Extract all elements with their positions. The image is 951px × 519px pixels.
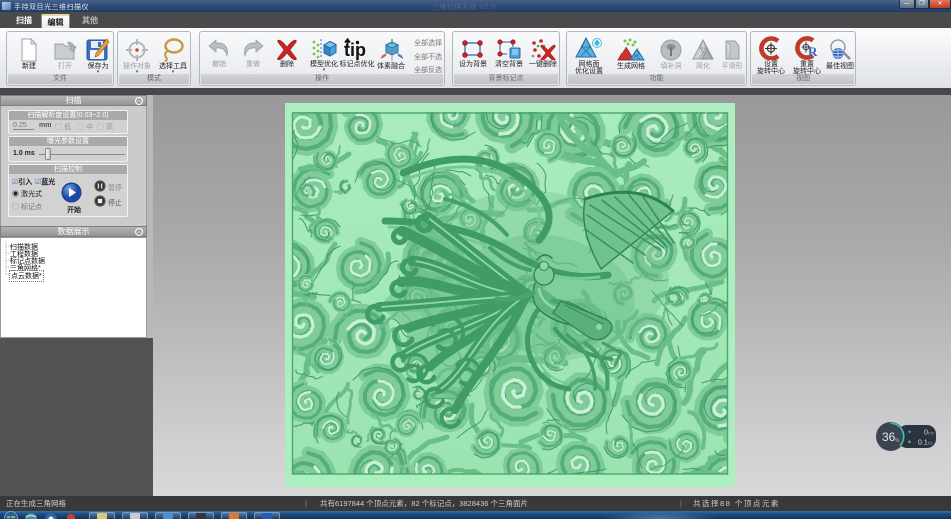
svg-text:0.1: 0.1 — [918, 440, 928, 447]
svg-text:R: R — [808, 44, 818, 59]
svg-text:36: 36 — [882, 430, 896, 444]
svg-text:t/s: t/s — [928, 441, 934, 446]
svg-text:ms: ms — [928, 431, 935, 436]
svg-text:%: % — [895, 438, 900, 444]
svg-text:✦: ✦ — [907, 429, 912, 436]
svg-text:✦: ✦ — [907, 439, 912, 446]
